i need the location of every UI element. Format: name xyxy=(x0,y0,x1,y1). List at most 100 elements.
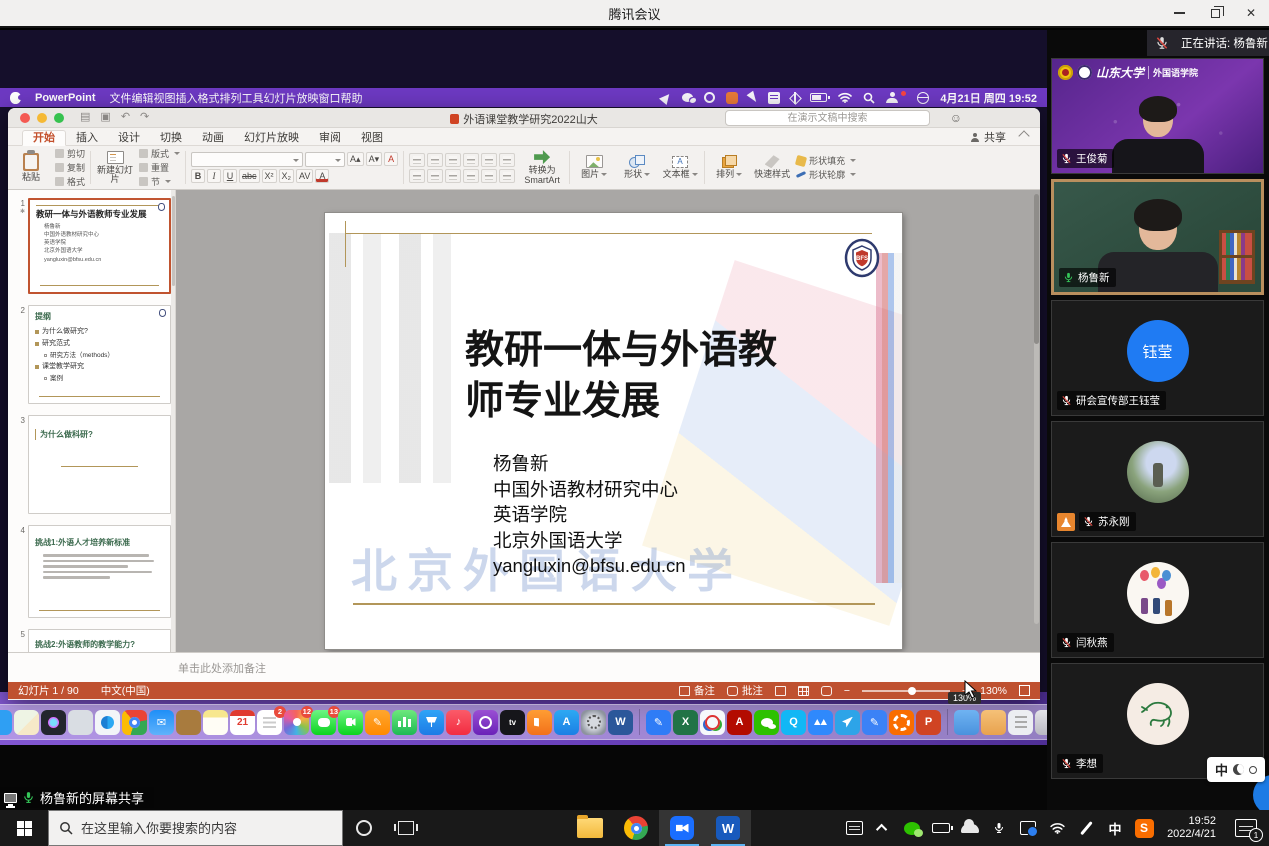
stylus-app[interactable]: ✎ xyxy=(862,710,887,735)
orange-app-icon[interactable] xyxy=(726,92,738,104)
ppt-tab[interactable]: 幻灯片放映 xyxy=(234,131,309,145)
apple-tv[interactable]: tv xyxy=(500,710,525,735)
notes-pane[interactable]: 单击此处添加备注 xyxy=(8,652,1040,682)
zoom-out-button[interactable]: − xyxy=(844,685,850,697)
ppt-search-input[interactable] xyxy=(725,110,930,126)
wechat-status-icon[interactable] xyxy=(682,93,693,102)
numbered-list-button[interactable] xyxy=(427,153,443,167)
windows-ink-icon[interactable] xyxy=(1076,817,1096,839)
picture-button[interactable]: 图片 xyxy=(575,148,613,187)
subscript-button[interactable]: X₂ xyxy=(279,169,295,183)
numbers[interactable] xyxy=(392,710,417,735)
ppt-tab[interactable]: 审阅 xyxy=(309,131,351,145)
slide-canvas[interactable]: 北京外国语大学 教研一体与外语教 师专业发展 杨鲁新中国外语教材研究中心英语学院… xyxy=(325,213,902,649)
paste-button[interactable]: 粘贴 xyxy=(12,148,50,187)
shape-outline-button[interactable]: 形状轮廓 xyxy=(796,168,856,181)
wechat-tray-icon[interactable] xyxy=(902,817,922,839)
layout-button[interactable]: 版式 xyxy=(139,147,180,160)
menubar-app-name[interactable]: PowerPoint xyxy=(35,92,96,104)
ppt-tab[interactable]: 切换 xyxy=(150,131,192,145)
taskbar-search-input[interactable] xyxy=(81,821,311,836)
ppt-tab[interactable]: 插入 xyxy=(66,131,108,145)
pencil-app[interactable]: ✎ xyxy=(646,710,671,735)
slide-thumbnail-5[interactable]: 挑战2:外语教师的教学能力? 教学理念如何学习语言?语言、文化、内容、思维是什么… xyxy=(28,629,171,652)
italic-button[interactable]: I xyxy=(207,169,221,183)
section-button[interactable]: 节 xyxy=(139,175,180,188)
app-store[interactable]: A xyxy=(554,710,579,735)
show-hidden-icons-chevron[interactable] xyxy=(873,817,893,839)
video-tile-wangjunju[interactable]: 山东大学 外国语学院 王俊菊 xyxy=(1051,58,1264,174)
cut-button[interactable]: 剪切 xyxy=(55,147,85,160)
zoom-slider[interactable] xyxy=(862,690,950,692)
mail[interactable]: ✉ xyxy=(149,710,174,735)
pages[interactable]: ✎ xyxy=(365,710,390,735)
close-button[interactable]: ✕ xyxy=(1233,0,1269,26)
menubar-menu-item[interactable]: 编辑 xyxy=(132,93,154,105)
share-button[interactable]: 共享 xyxy=(971,129,1006,145)
slide-thumbnail-3[interactable]: 为什么做科研? xyxy=(28,415,171,514)
thumbnail-scrollbar[interactable] xyxy=(171,190,175,652)
adobe-cc-icon[interactable] xyxy=(704,92,715,103)
launchpad[interactable] xyxy=(68,710,93,735)
text-box-button[interactable]: A文本框 xyxy=(661,148,699,187)
bullet-list-button[interactable] xyxy=(409,153,425,167)
mountains-app[interactable] xyxy=(808,710,833,735)
font-size-select[interactable] xyxy=(305,152,345,167)
menubar-menu-item[interactable]: 工具 xyxy=(242,93,264,105)
align-center-button[interactable] xyxy=(427,169,443,183)
menubar-menu-item[interactable]: 排列 xyxy=(220,93,242,105)
mac-clock[interactable]: 4月21日 周四 19:52 xyxy=(940,90,1037,106)
collapse-ribbon-icon[interactable] xyxy=(1018,130,1029,141)
decrease-font-button[interactable]: A▾ xyxy=(366,152,383,166)
menubar-menu-item[interactable]: 插入 xyxy=(176,93,198,105)
excel[interactable]: X xyxy=(673,710,698,735)
word[interactable]: W xyxy=(705,810,751,846)
copy-button[interactable]: 复制 xyxy=(55,161,85,174)
action-center-button[interactable]: 1 xyxy=(1229,817,1263,839)
battery-tray-icon[interactable] xyxy=(931,817,951,839)
word[interactable]: W xyxy=(608,710,633,735)
sogou-input-icon[interactable]: S xyxy=(1134,817,1154,839)
video-tile-yanqiuyan[interactable]: 闫秋燕 xyxy=(1051,542,1264,658)
video-tile-yangluxin[interactable]: 杨鲁新 xyxy=(1051,179,1264,295)
ppt-tab[interactable]: 开始 xyxy=(22,130,66,146)
zoom-level[interactable]: 130% xyxy=(980,685,1007,697)
finder[interactable] xyxy=(0,710,12,735)
taskbar-clock[interactable]: 19:522022/4/21 xyxy=(1163,815,1220,841)
justify-button[interactable] xyxy=(463,169,479,183)
keynote[interactable] xyxy=(419,710,444,735)
files-window[interactable] xyxy=(1008,710,1033,735)
system-preferences[interactable] xyxy=(581,710,606,735)
spotlight-search-icon[interactable] xyxy=(863,92,875,104)
superscript-button[interactable]: X² xyxy=(262,169,277,183)
shapes-button[interactable]: 形状 xyxy=(618,148,656,187)
slide-thumbnail-4[interactable]: 挑战1:外语人才培养新标准 xyxy=(28,525,171,618)
documents-folder[interactable] xyxy=(981,710,1006,735)
format-painter-button[interactable]: 格式 xyxy=(55,175,85,188)
slide-title[interactable]: 教研一体与外语教 师专业发展 xyxy=(465,325,902,428)
increase-font-button[interactable]: A▴ xyxy=(347,152,364,166)
tencent-meeting[interactable] xyxy=(659,810,705,846)
ime-language-indicator[interactable]: 中 xyxy=(1105,817,1125,839)
input-source-icon[interactable] xyxy=(917,92,929,104)
menubar-menu-item[interactable]: 帮助 xyxy=(341,93,363,105)
ppt-tab[interactable]: 动画 xyxy=(192,131,234,145)
maps[interactable] xyxy=(14,710,39,735)
calendar-status-icon[interactable] xyxy=(768,92,780,104)
menubar-menu-item[interactable]: 视图 xyxy=(154,93,176,105)
file-explorer[interactable] xyxy=(567,810,613,846)
feedback-smiley-icon[interactable]: ☺ xyxy=(950,111,962,125)
location-icon[interactable] xyxy=(659,90,673,104)
normal-view-button[interactable] xyxy=(775,686,786,696)
editor-scrollbar[interactable] xyxy=(1034,194,1039,624)
messages[interactable]: 13 xyxy=(311,710,336,735)
chrome[interactable] xyxy=(613,810,659,846)
increase-indent-button[interactable] xyxy=(463,153,479,167)
align-right-button[interactable] xyxy=(445,169,461,183)
battery-icon[interactable] xyxy=(810,93,827,102)
bluetooth-icon[interactable] xyxy=(791,92,799,104)
books[interactable] xyxy=(527,710,552,735)
slideshow-button[interactable] xyxy=(821,686,832,696)
wifi-icon[interactable] xyxy=(838,92,852,103)
decrease-indent-button[interactable] xyxy=(445,153,461,167)
